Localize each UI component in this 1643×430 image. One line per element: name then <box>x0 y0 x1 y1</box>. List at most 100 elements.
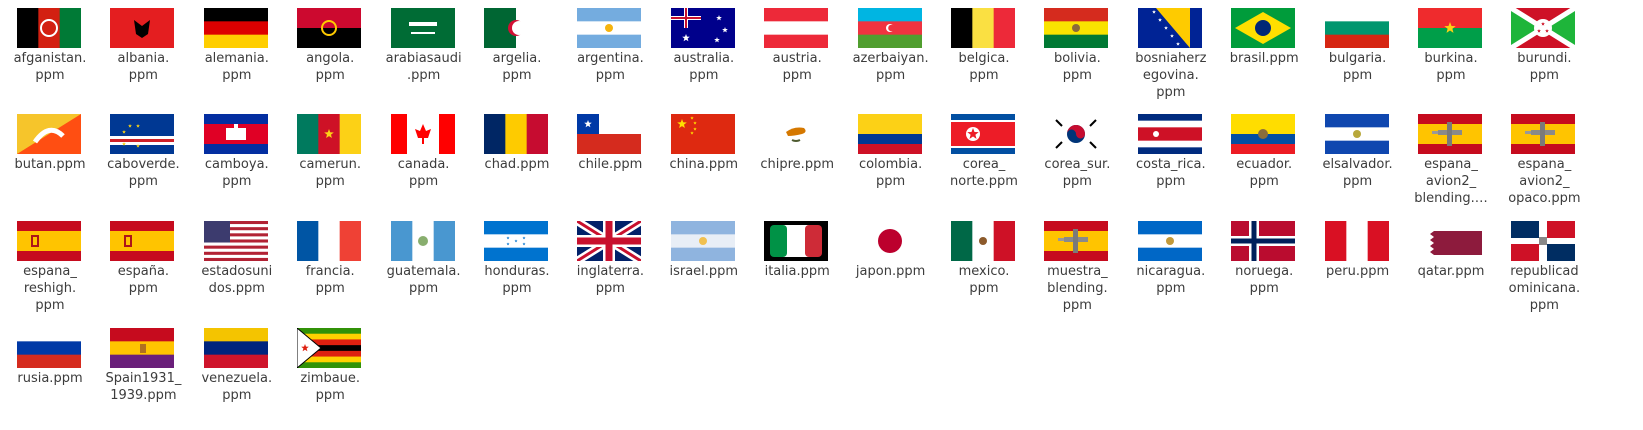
flag-ecuador-icon <box>1231 114 1296 154</box>
flag-venezuela-icon <box>203 328 268 368</box>
file-item[interactable]: peru.ppm <box>1310 213 1406 319</box>
flag-uk-icon <box>577 221 642 261</box>
file-item[interactable]: afganistan. ppm <box>2 0 98 106</box>
flag-guatemala-icon <box>390 221 455 261</box>
file-name-label: chile.ppm <box>578 157 643 172</box>
flag-azerbaijan-icon <box>857 8 922 48</box>
flag-argentina-icon <box>577 8 642 48</box>
file-item[interactable]: burkina. ppm <box>1403 0 1499 106</box>
file-name-label: austria. ppm <box>772 51 822 83</box>
file-name-label: burundi. ppm <box>1517 51 1572 83</box>
file-name-label: australia. ppm <box>673 51 735 83</box>
file-name-label: mexico. ppm <box>958 264 1010 296</box>
file-item[interactable]: burundi. ppm <box>1496 0 1592 106</box>
flag-cape-verde-icon <box>110 114 175 154</box>
flag-bhutan-icon <box>17 114 81 154</box>
file-item[interactable]: corea_sur. ppm <box>1029 106 1125 212</box>
file-item[interactable]: china.ppm <box>656 106 752 212</box>
flag-usa-icon <box>203 221 268 261</box>
flag-israel-icon <box>670 221 735 261</box>
file-item[interactable]: espana_ reshigh. ppm <box>2 213 98 319</box>
file-name-label: ecuador. ppm <box>1236 157 1293 189</box>
file-item[interactable]: caboverde. ppm <box>95 106 191 212</box>
file-item[interactable]: espana_ avion2_ blending.… <box>1403 106 1499 212</box>
file-item[interactable]: guatemala. ppm <box>376 213 472 319</box>
file-name-label: muestra_ blending. ppm <box>1047 264 1108 313</box>
file-item[interactable]: argelia. ppm <box>469 0 565 106</box>
file-item[interactable]: espana_ avion2_ opaco.ppm <box>1496 106 1592 212</box>
file-name-label: inglaterra. ppm <box>576 264 645 296</box>
file-item[interactable]: belgica. ppm <box>936 0 1032 106</box>
file-item[interactable]: ecuador. ppm <box>1216 106 1312 212</box>
file-item[interactable]: albania. ppm <box>95 0 191 106</box>
file-item[interactable]: butan.ppm <box>2 106 98 212</box>
file-name-label: corea_ norte.ppm <box>950 157 1018 189</box>
file-item[interactable]: brasil.ppm <box>1216 0 1312 106</box>
file-item[interactable]: arabiasaudi .ppm <box>376 0 472 106</box>
file-name-label: arabiasaudi .ppm <box>385 51 462 83</box>
flag-japan-icon <box>857 221 922 261</box>
file-item[interactable]: italia.ppm <box>749 213 845 319</box>
file-item[interactable]: chad.ppm <box>469 106 565 212</box>
file-item[interactable]: chipre.ppm <box>749 106 845 212</box>
file-item[interactable]: japon.ppm <box>843 213 939 319</box>
file-item[interactable]: angola. ppm <box>282 0 378 106</box>
file-item[interactable]: honduras. ppm <box>469 213 565 319</box>
file-name-label: camerun. ppm <box>299 157 362 189</box>
flag-spain-airplane-icon <box>1418 114 1482 154</box>
file-item[interactable]: colombia. ppm <box>843 106 939 212</box>
file-item[interactable]: chile.ppm <box>562 106 658 212</box>
file-name-label: honduras. ppm <box>484 264 550 296</box>
file-item[interactable]: australia. ppm <box>656 0 752 106</box>
file-name-label: burkina. ppm <box>1424 51 1478 83</box>
flag-algeria-icon <box>484 8 548 48</box>
file-name-label: italia.ppm <box>764 264 830 279</box>
file-name-label: espana_ avion2_ blending.… <box>1414 157 1488 206</box>
file-name-label: espana_ reshigh. ppm <box>23 264 77 313</box>
file-item[interactable]: inglaterra. ppm <box>562 213 658 319</box>
file-item[interactable]: bolivia. ppm <box>1029 0 1125 106</box>
flag-cambodia-icon <box>203 114 268 154</box>
file-item[interactable]: francia. ppm <box>282 213 378 319</box>
flag-north-korea-icon <box>951 114 1015 154</box>
file-item[interactable]: rusia.ppm <box>2 320 98 426</box>
file-name-label: azerbaiyan. ppm <box>852 51 929 83</box>
file-item[interactable]: camerun. ppm <box>282 106 378 212</box>
file-item[interactable]: argentina. ppm <box>562 0 658 106</box>
file-item[interactable]: venezuela. ppm <box>189 320 285 426</box>
file-name-label: zimbaue. ppm <box>300 371 361 403</box>
file-name-label: españa. ppm <box>117 264 170 296</box>
flag-el-salvador-icon <box>1324 114 1389 154</box>
file-item[interactable]: camboya. ppm <box>189 106 285 212</box>
flag-spain-icon <box>17 221 81 261</box>
file-item[interactable]: nicaragua. ppm <box>1123 213 1219 319</box>
file-item[interactable]: azerbaiyan. ppm <box>843 0 939 106</box>
file-item[interactable]: israel.ppm <box>656 213 752 319</box>
file-item[interactable]: zimbaue. ppm <box>282 320 378 426</box>
flag-australia-icon <box>670 8 735 48</box>
file-item[interactable]: costa_rica. ppm <box>1123 106 1219 212</box>
file-item[interactable]: elsalvador. ppm <box>1310 106 1406 212</box>
file-name-label: afganistan. ppm <box>13 51 87 83</box>
file-name-label: belgica. ppm <box>958 51 1010 83</box>
file-item[interactable]: mexico. ppm <box>936 213 1032 319</box>
file-item[interactable]: republicad ominicana. ppm <box>1496 213 1592 319</box>
file-item[interactable]: corea_ norte.ppm <box>936 106 1032 212</box>
flag-south-korea-icon <box>1044 114 1109 154</box>
file-item[interactable]: bulgaria. ppm <box>1310 0 1406 106</box>
file-item[interactable]: noruega. ppm <box>1216 213 1312 319</box>
file-item[interactable]: alemania. ppm <box>189 0 285 106</box>
flag-burundi-icon <box>1511 8 1576 48</box>
file-item[interactable]: muestra_ blending. ppm <box>1029 213 1125 319</box>
file-item[interactable]: qatar.ppm <box>1403 213 1499 319</box>
flag-colombia-icon <box>857 114 922 154</box>
file-item[interactable]: estadosuni dos.ppm <box>189 213 285 319</box>
file-item[interactable]: bosniaherz egovina. ppm <box>1123 0 1219 106</box>
flag-afghanistan-icon <box>17 8 81 48</box>
file-item[interactable]: Spain1931_ 1939.ppm <box>95 320 191 426</box>
flag-costa-rica-icon <box>1137 114 1202 154</box>
file-item[interactable]: canada. ppm <box>376 106 472 212</box>
flag-bulgaria-icon <box>1324 8 1389 48</box>
file-item[interactable]: españa. ppm <box>95 213 191 319</box>
file-item[interactable]: austria. ppm <box>749 0 845 106</box>
